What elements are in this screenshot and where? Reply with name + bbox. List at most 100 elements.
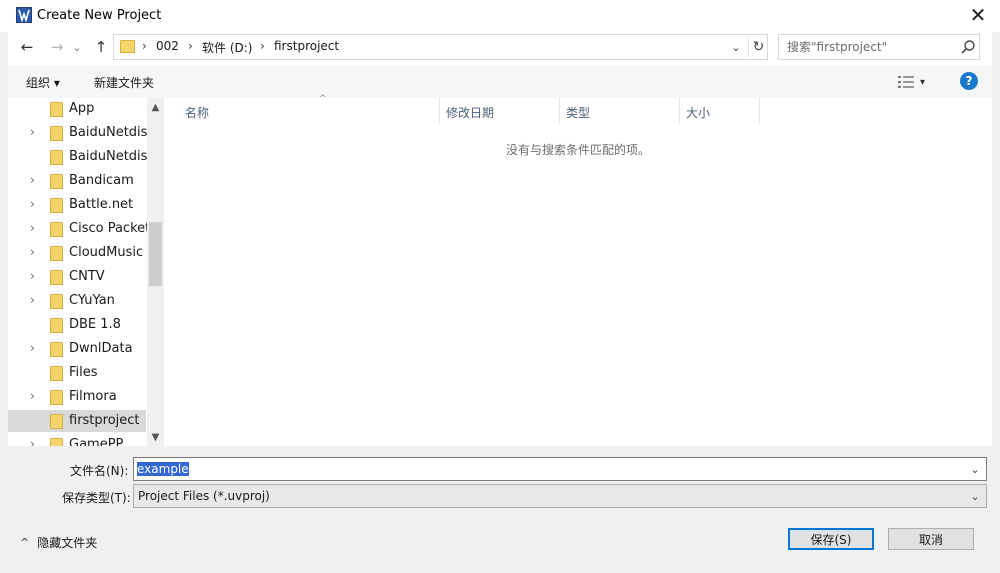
forward-button[interactable]: → [46,36,68,58]
tree-item-label: Files [69,365,98,380]
title-bar: Create New Project ✕ [0,0,1000,32]
search-box[interactable] [778,34,980,60]
chevron-right-icon[interactable]: › [30,437,35,446]
chevron-right-icon[interactable]: › [30,389,35,403]
folder-icon [50,222,63,237]
column-header-size[interactable]: 大小 [680,98,760,124]
breadcrumb-item[interactable]: firstproject [274,39,339,53]
chevron-right-icon[interactable]: › [30,341,35,355]
folder-icon [120,40,135,53]
folder-icon [50,150,63,165]
tree-item[interactable]: › CNTV [8,266,146,288]
chevron-down-icon: ⌄ [970,462,980,476]
view-options-button[interactable]: ▾ [898,72,936,92]
folder-icon [50,102,63,117]
help-button[interactable]: ? [960,72,978,90]
chevron-right-icon[interactable]: › [30,245,35,259]
cancel-button[interactable]: 取消 [888,528,974,550]
tree-item[interactable]: › Bandicam [8,170,146,192]
scroll-up-button[interactable]: ▲ [147,100,164,114]
scroll-down-button[interactable]: ▼ [147,430,164,444]
tree-item[interactable]: › DwnlData [8,338,146,360]
breadcrumb-separator: › [188,39,193,53]
filename-input[interactable] [137,461,957,477]
tree-item[interactable]: › GamePP [8,434,146,446]
recent-locations-button[interactable]: ⌄ [70,36,84,58]
navigation-pane: App › BaiduNetdisk BaiduNetdisk › Bandicam › Ba… [8,98,164,446]
breadcrumb-separator: › [260,39,265,53]
chevron-right-icon[interactable]: › [30,173,35,187]
scrollbar-thumb[interactable] [149,222,162,286]
folder-icon [50,270,63,285]
tree-item-label: CYuYan [69,293,115,308]
column-header-modified[interactable]: 修改日期 [440,98,560,124]
filename-dropdown-button[interactable]: ⌄ [966,460,984,478]
back-button[interactable]: ← [16,36,38,58]
tree-item-label: CloudMusic [69,245,144,260]
tree-item[interactable]: › CYuYan [8,290,146,312]
tree-item[interactable]: › Filmora [8,386,146,408]
tree-item-label: Bandicam [69,173,134,188]
breadcrumb-item[interactable]: 软件 (D:) [202,39,252,56]
folder-icon [50,246,63,261]
scroll-up-icon: ▲ [151,101,160,113]
tree-item-label: CNTV [69,269,105,284]
column-header-name[interactable]: 名称 ^ [179,94,440,124]
forward-arrow-icon: → [50,38,64,56]
save-button[interactable]: 保存(S) [788,528,874,550]
close-button[interactable]: ✕ [958,0,998,30]
hide-folders-toggle[interactable]: ^ 隐藏文件夹 [20,534,97,551]
tree-item[interactable]: › BaiduNetdisk [8,122,155,144]
up-arrow-icon: ↑ [94,38,108,56]
new-folder-button[interactable]: 新建文件夹 [94,74,154,91]
tree-item[interactable]: Files [8,362,146,384]
up-button[interactable]: ↑ [90,36,112,58]
organize-button[interactable]: 组织 ▾ [26,74,60,91]
address-bar[interactable]: › 002 › 软件 (D:) › firstproject ⌄ ↻ [113,34,768,60]
folder-icon [50,366,63,381]
tree-item-label: App [69,101,95,116]
sort-ascending-icon: ^ [319,94,327,104]
window-title: Create New Project [37,8,162,23]
filename-combobox[interactable]: ⌄ [133,457,987,481]
tree-item[interactable]: › Battle.net [8,194,146,216]
column-header-label: 大小 [686,106,711,120]
tree-item[interactable]: BaiduNetdisk [8,146,155,168]
column-header-label: 类型 [566,106,591,120]
address-dropdown-button[interactable]: ⌄ [726,37,746,57]
refresh-icon: ↻ [752,39,765,55]
back-arrow-icon: ← [20,38,34,56]
keil-app-icon [16,7,32,23]
close-icon: ✕ [969,3,987,27]
folder-icon [50,438,63,446]
folder-icon [50,174,63,189]
chevron-right-icon[interactable]: › [30,293,35,307]
scroll-down-icon: ▼ [151,431,160,443]
breadcrumb-item[interactable]: 002 [156,39,179,53]
tree-item-label: BaiduNetdisk [69,149,155,164]
tree-item[interactable]: firstproject [8,410,146,432]
chevron-up-icon: ^ [20,536,30,549]
filetype-select[interactable]: Project Files (*.uvproj) ⌄ [133,484,987,508]
chevron-right-icon[interactable]: › [30,125,35,139]
search-icon[interactable] [959,38,977,56]
folder-icon [50,126,63,141]
refresh-button[interactable]: ↻ [748,37,768,57]
search-input[interactable] [787,40,955,54]
hide-folders-label: 隐藏文件夹 [37,536,98,550]
tree-item[interactable]: App [8,98,146,120]
folder-icon [50,414,63,429]
filename-label: 文件名(N): [70,464,129,478]
tree-item[interactable]: › Cisco Packet [8,218,150,240]
tree-item[interactable]: DBE 1.8 [8,314,146,336]
chevron-right-icon[interactable]: › [30,197,35,211]
tree-item[interactable]: › CloudMusic [8,242,146,264]
folder-icon [50,342,63,357]
navigation-scrollbar[interactable]: ▲ ▼ [147,98,164,446]
empty-results-message: 没有与搜索条件匹配的项。 [505,143,650,157]
filetype-value: Project Files (*.uvproj) [138,489,270,503]
chevron-right-icon[interactable]: › [30,269,35,283]
column-header-type[interactable]: 类型 [560,98,680,124]
filetype-dropdown-button[interactable]: ⌄ [966,487,984,505]
chevron-right-icon[interactable]: › [30,221,35,235]
